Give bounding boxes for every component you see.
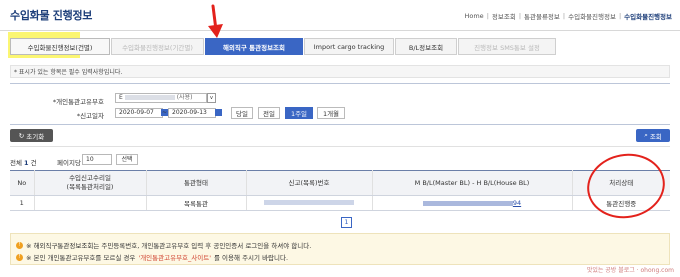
customs-code-dropdown[interactable]: v <box>207 93 216 103</box>
red-arrow-annotation <box>208 4 223 38</box>
header-divider <box>0 30 680 31</box>
search-label: 조회 <box>649 132 662 141</box>
breadcrumb-item[interactable]: 정보조회 <box>492 11 516 21</box>
date-from-input[interactable]: 2020-09-07 <box>115 108 163 118</box>
cell-no: 1 <box>10 195 35 211</box>
customs-code-select[interactable]: E (사용) <box>115 93 207 103</box>
total-count: 전체 1 건 <box>10 157 37 167</box>
footer-note-2: ! ※ 본인 개인통관고유부호를 모르실 경우 '개인통관고유부호_사이트' 를… <box>16 252 288 262</box>
footer-note-2-suffix: 를 이용해 주시기 바랍니다. <box>214 254 289 262</box>
col-bl: M B/L(Master BL) - H B/L(House BL) <box>372 170 573 196</box>
col-accept-date: 수입신고수리일 (목록통관처리일) <box>34 170 147 196</box>
tab-bl-info[interactable]: B/L정보조회 <box>395 38 457 55</box>
reset-label: 초기화 <box>26 132 45 141</box>
search-button[interactable]: ⌕ 조회 <box>636 129 670 142</box>
table-header-row: No 수입신고수리일 (목록통관처리일) 통관형태 신고(목록)번호 M B/L… <box>10 170 670 196</box>
breadcrumb-item[interactable]: 수입화물진행정보 <box>568 11 616 21</box>
cell-accept-date <box>34 195 147 211</box>
footer-note-1: ! ※ 해외직구통관정보조회는 주민등록번호, 개인통관고유부호 입력 후 공인… <box>16 240 311 250</box>
tab-sms-notification: 진행정보 SMS통보 설정 <box>458 38 556 55</box>
breadcrumb-separator: | <box>486 12 489 20</box>
tab-import-cargo-single[interactable]: 수입화물진행정보(건별) <box>10 38 110 55</box>
total-number: 1 <box>24 159 29 167</box>
red-circle-annotation <box>582 147 670 225</box>
cell-bl[interactable]: 94 <box>372 195 573 211</box>
date-to-input[interactable]: 2020-09-13 <box>168 108 216 118</box>
required-notice: * 표시가 있는 항목은 필수 입력사항입니다. <box>14 69 123 76</box>
cell-report-number <box>246 195 373 211</box>
breadcrumb-home[interactable]: Home <box>464 12 483 20</box>
cell-customs-type: 목록통관 <box>146 195 247 211</box>
reset-button[interactable]: ↻ 초기화 <box>10 129 53 142</box>
bl-link-suffix[interactable]: 94 <box>513 199 521 207</box>
search-icon: ⌕ <box>644 131 648 139</box>
breadcrumb-separator: | <box>562 12 566 20</box>
page-title: 수입화물 진행정보 <box>10 9 93 22</box>
breadcrumb-item[interactable]: 통관물류정보 <box>524 11 560 21</box>
period-today-button[interactable]: 당일 <box>231 107 253 119</box>
breadcrumb-separator: | <box>618 12 622 20</box>
calendar-icon[interactable] <box>215 109 222 116</box>
redacted-value <box>124 95 175 100</box>
col-report-number: 신고(목록)번호 <box>246 170 373 196</box>
period-yesterday-button[interactable]: 전일 <box>258 107 280 119</box>
warning-icon: ! <box>16 241 23 249</box>
breadcrumb: Home | 정보조회 | 통관물류정보 | 수입화물진행정보 | 수입화물진행… <box>464 11 672 21</box>
total-unit: 건 <box>30 159 37 167</box>
pagination-current-page[interactable]: 1 <box>341 217 352 228</box>
tab-bar: 수입화물진행정보(건별) 수입화물진행정보(기간별) 해외직구 통관정보조회 I… <box>10 38 556 55</box>
customs-code-label: *개인통관고유부호 <box>52 98 104 106</box>
refresh-icon: ↻ <box>18 131 25 140</box>
tab-overseas-purchase-customs[interactable]: 해외직구 통관정보조회 <box>205 38 303 55</box>
per-page-select[interactable]: 10 <box>82 154 112 165</box>
customs-code-suffix: (사용) <box>176 94 193 101</box>
footer-note-1-text: ※ 해외직구통관정보조회는 주민등록번호, 개인통관고유부호 입력 후 공인인증… <box>26 242 312 250</box>
redacted-value <box>264 200 354 205</box>
per-page-label: 페이지당 <box>57 159 81 167</box>
watermark: 맛있는 공방 블로그 · ohong.com <box>586 267 674 274</box>
col-no: No <box>10 170 35 196</box>
warning-icon: ! <box>16 253 23 261</box>
per-page-apply-button[interactable]: 선택 <box>116 154 138 165</box>
period-month-button[interactable]: 1개월 <box>317 107 345 119</box>
tab-import-cargo-tracking[interactable]: Import cargo tracking <box>304 38 394 55</box>
date-range-separator: ~ <box>162 109 168 116</box>
customs-code-prefix: E <box>119 94 123 101</box>
breadcrumb-current: 수입화물진행정보 <box>624 13 672 21</box>
redacted-link <box>422 200 513 206</box>
footer-note-2-prefix: ※ 본인 개인통관고유부호를 모르실 경우 <box>26 254 136 262</box>
customs-code-site-link[interactable]: '개인통관고유부호_사이트' <box>138 252 211 262</box>
divider <box>10 146 670 147</box>
col-customs-type: 통관형태 <box>146 170 247 196</box>
breadcrumb-separator: | <box>518 12 522 20</box>
total-label: 전체 <box>10 159 22 167</box>
tab-import-cargo-period: 수입화물진행정보(기간별) <box>111 38 204 55</box>
results-table: No 수입신고수리일 (목록통관처리일) 통관형태 신고(목록)번호 M B/L… <box>10 170 670 211</box>
period-week-button[interactable]: 1주일 <box>285 107 313 119</box>
report-date-label: *신고일자 <box>76 112 104 120</box>
table-row: 1 목록통관 94 통관진행중 <box>10 195 670 211</box>
